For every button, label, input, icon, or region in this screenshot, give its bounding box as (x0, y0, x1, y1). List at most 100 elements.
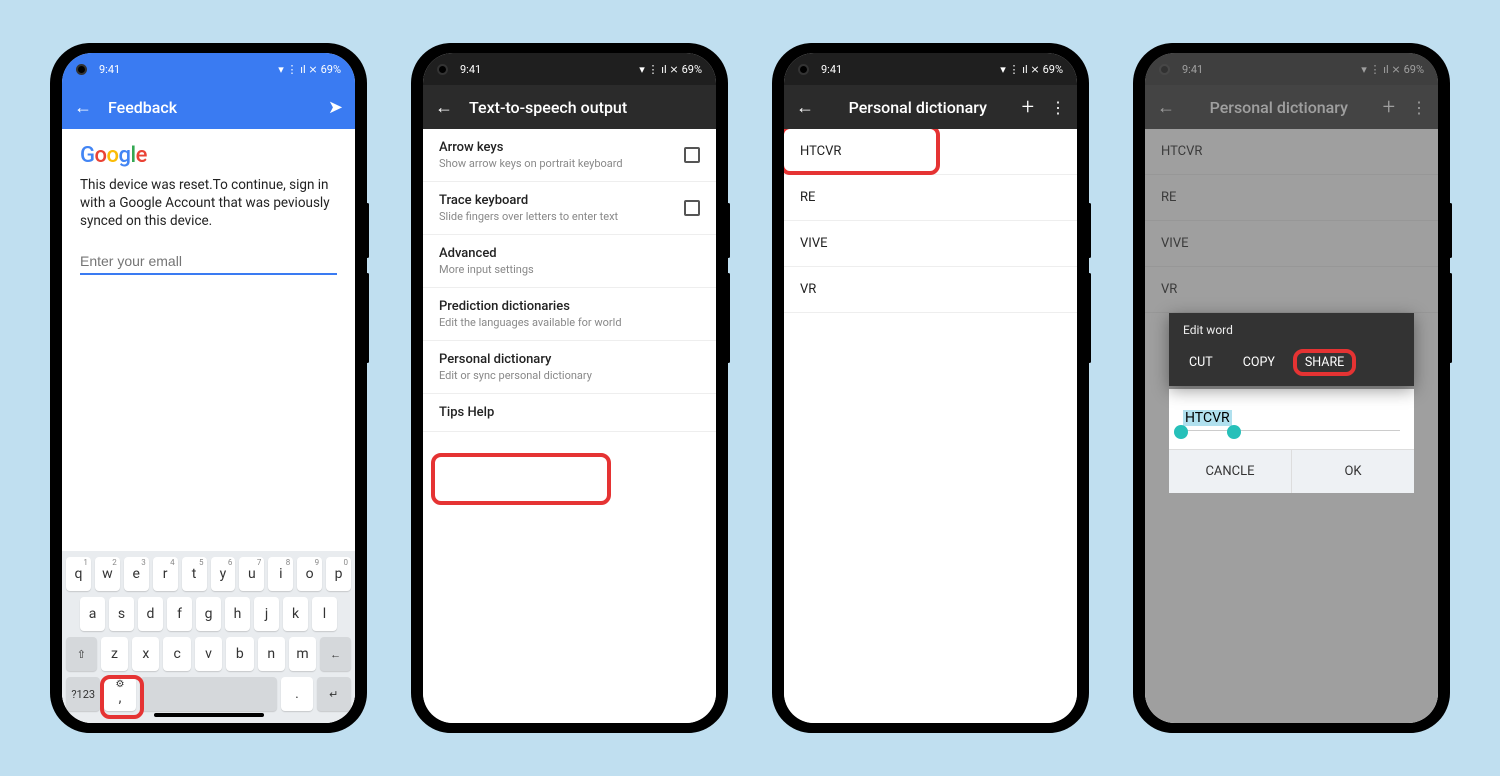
dict-word-3[interactable]: VR (784, 267, 1077, 313)
context-menu: Edit word CUT COPY SHARE (1169, 313, 1414, 386)
copy-button[interactable]: COPY (1231, 349, 1287, 376)
checkbox[interactable] (684, 147, 700, 163)
key-m[interactable]: m (289, 637, 316, 671)
enter-key[interactable]: ↵ (317, 677, 351, 711)
key-j[interactable]: j (254, 597, 279, 631)
key-c[interactable]: c (163, 637, 190, 671)
key-i[interactable]: i8 (268, 557, 293, 591)
key-f[interactable]: f (167, 597, 192, 631)
checkbox[interactable] (684, 200, 700, 216)
edit-word-panel: HTCVR CANCLE OK (1169, 389, 1414, 493)
cancel-button[interactable]: CANCLE (1169, 450, 1291, 493)
key-a[interactable]: a (80, 597, 105, 631)
dict-word-2[interactable]: VIVE (784, 221, 1077, 267)
setting-title: Prediction dictionaries (439, 299, 700, 314)
soft-keyboard[interactable]: q1w2e3r4t5y6u7i8o9p0 asdfghjkl ⇧ zxcvbnm… (62, 551, 355, 723)
setting-row-3[interactable]: Prediction dictionaries Edit the language… (423, 288, 716, 341)
ok-button[interactable]: OK (1291, 450, 1414, 493)
home-indicator[interactable] (154, 713, 264, 717)
status-bar: 9:41 ▾ ⋮ ıl ⨯ 69% (423, 53, 716, 85)
setting-subtitle: More input settings (439, 263, 700, 276)
setting-row-4[interactable]: Personal dictionary Edit or sync personal… (423, 341, 716, 394)
back-icon[interactable]: ← (435, 97, 453, 118)
modal-dim (1145, 53, 1438, 723)
status-battery: 69% (1043, 63, 1063, 76)
selection-handle-right[interactable] (1227, 425, 1241, 439)
dict-word-1[interactable]: RE (784, 175, 1077, 221)
selected-word[interactable]: HTCVR (1183, 410, 1232, 426)
key-p[interactable]: p0 (326, 557, 351, 591)
highlight-personal-dictionary (431, 453, 611, 505)
key-u[interactable]: u7 (239, 557, 264, 591)
key-g[interactable]: g (196, 597, 221, 631)
camera-hole-icon (437, 64, 448, 75)
phone-1: 9:41 ▾ ⋮ ıl ⨯ 69% ← Feedback ➤ Google Th… (52, 43, 365, 733)
symbols-key[interactable]: ?123 (66, 677, 100, 711)
page-title: Personal dictionary (830, 98, 1006, 117)
status-time: 9:41 (460, 63, 481, 76)
setting-subtitle: Edit the languages available for world (439, 316, 700, 329)
status-time: 9:41 (821, 63, 842, 76)
space-key[interactable] (140, 677, 278, 711)
back-icon[interactable]: ← (796, 97, 814, 118)
setting-subtitle: Edit or sync personal dictionary (439, 369, 700, 382)
status-icons: ▾ ⋮ ıl ⨯ (1000, 63, 1039, 76)
key-e[interactable]: e3 (124, 557, 149, 591)
setting-row-5[interactable]: Tips Help (423, 394, 716, 432)
status-icons: ▾ ⋮ ıl ⨯ (639, 63, 678, 76)
key-y[interactable]: y6 (211, 557, 236, 591)
key-l[interactable]: l (312, 597, 337, 631)
selection-handle-left[interactable] (1174, 425, 1188, 439)
setting-subtitle: Slide fingers over letters to enter text (439, 210, 684, 223)
dict-word-0[interactable]: HTCVR (784, 129, 1077, 175)
key-q[interactable]: q1 (66, 557, 91, 591)
key-o[interactable]: o9 (297, 557, 322, 591)
share-button[interactable]: SHARE (1293, 349, 1356, 376)
phone-4: 9:41 ▾ ⋮ ıl ⨯ 69% ← Personal dictionary … (1135, 43, 1448, 733)
email-field[interactable] (80, 249, 337, 275)
status-battery: 69% (321, 63, 341, 76)
key-k[interactable]: k (283, 597, 308, 631)
key-t[interactable]: t5 (182, 557, 207, 591)
status-battery: 69% (682, 63, 702, 76)
setting-subtitle: Show arrow keys on portrait keyboard (439, 157, 684, 170)
app-bar: ← Personal dictionary + ⋮ (784, 85, 1077, 129)
key-d[interactable]: d (138, 597, 163, 631)
key-z[interactable]: z (101, 637, 128, 671)
setting-title: Advanced (439, 246, 700, 261)
page-title: Feedback (108, 98, 312, 117)
back-icon[interactable]: ← (74, 97, 92, 118)
page-title: Text-to-speech output (469, 98, 704, 117)
key-v[interactable]: v (195, 637, 222, 671)
reset-message: This device was reset.To continue, sign … (80, 176, 337, 231)
setting-title: Arrow keys (439, 140, 684, 155)
app-bar: ← Feedback ➤ (62, 85, 355, 129)
more-icon[interactable]: ⋮ (1050, 98, 1065, 117)
status-icons: ▾ ⋮ ıl ⨯ (278, 63, 317, 76)
key-n[interactable]: n (258, 637, 285, 671)
key-x[interactable]: x (132, 637, 159, 671)
status-bar: 9:41 ▾ ⋮ ıl ⨯ 69% (784, 53, 1077, 85)
setting-row-1[interactable]: Trace keyboardSlide fingers over letters… (423, 182, 716, 235)
google-logo: Google (80, 143, 337, 168)
context-menu-title: Edit word (1169, 313, 1414, 343)
send-icon[interactable]: ➤ (328, 97, 343, 118)
key-w[interactable]: w2 (95, 557, 120, 591)
camera-hole-icon (798, 64, 809, 75)
setting-title: Personal dictionary (439, 352, 700, 367)
period-key[interactable]: . (281, 677, 312, 711)
key-h[interactable]: h (225, 597, 250, 631)
shift-key[interactable]: ⇧ (66, 637, 97, 671)
key-s[interactable]: s (109, 597, 134, 631)
cut-button[interactable]: CUT (1177, 349, 1225, 376)
key-r[interactable]: r4 (153, 557, 178, 591)
backspace-key[interactable]: ← (320, 637, 351, 671)
status-bar: 9:41 ▾ ⋮ ıl ⨯ 69% (62, 53, 355, 85)
setting-row-0[interactable]: Arrow keys Show arrow keys on portrait ke… (423, 129, 716, 182)
add-icon[interactable]: + (1022, 95, 1034, 120)
phone-2: 9:41 ▾ ⋮ ıl ⨯ 69% ← Text-to-speech outpu… (413, 43, 726, 733)
comma-gear-key[interactable]: ⚙, (104, 677, 135, 711)
key-b[interactable]: b (226, 637, 253, 671)
status-time: 9:41 (99, 63, 120, 76)
setting-row-2[interactable]: Advanced More input settings (423, 235, 716, 288)
